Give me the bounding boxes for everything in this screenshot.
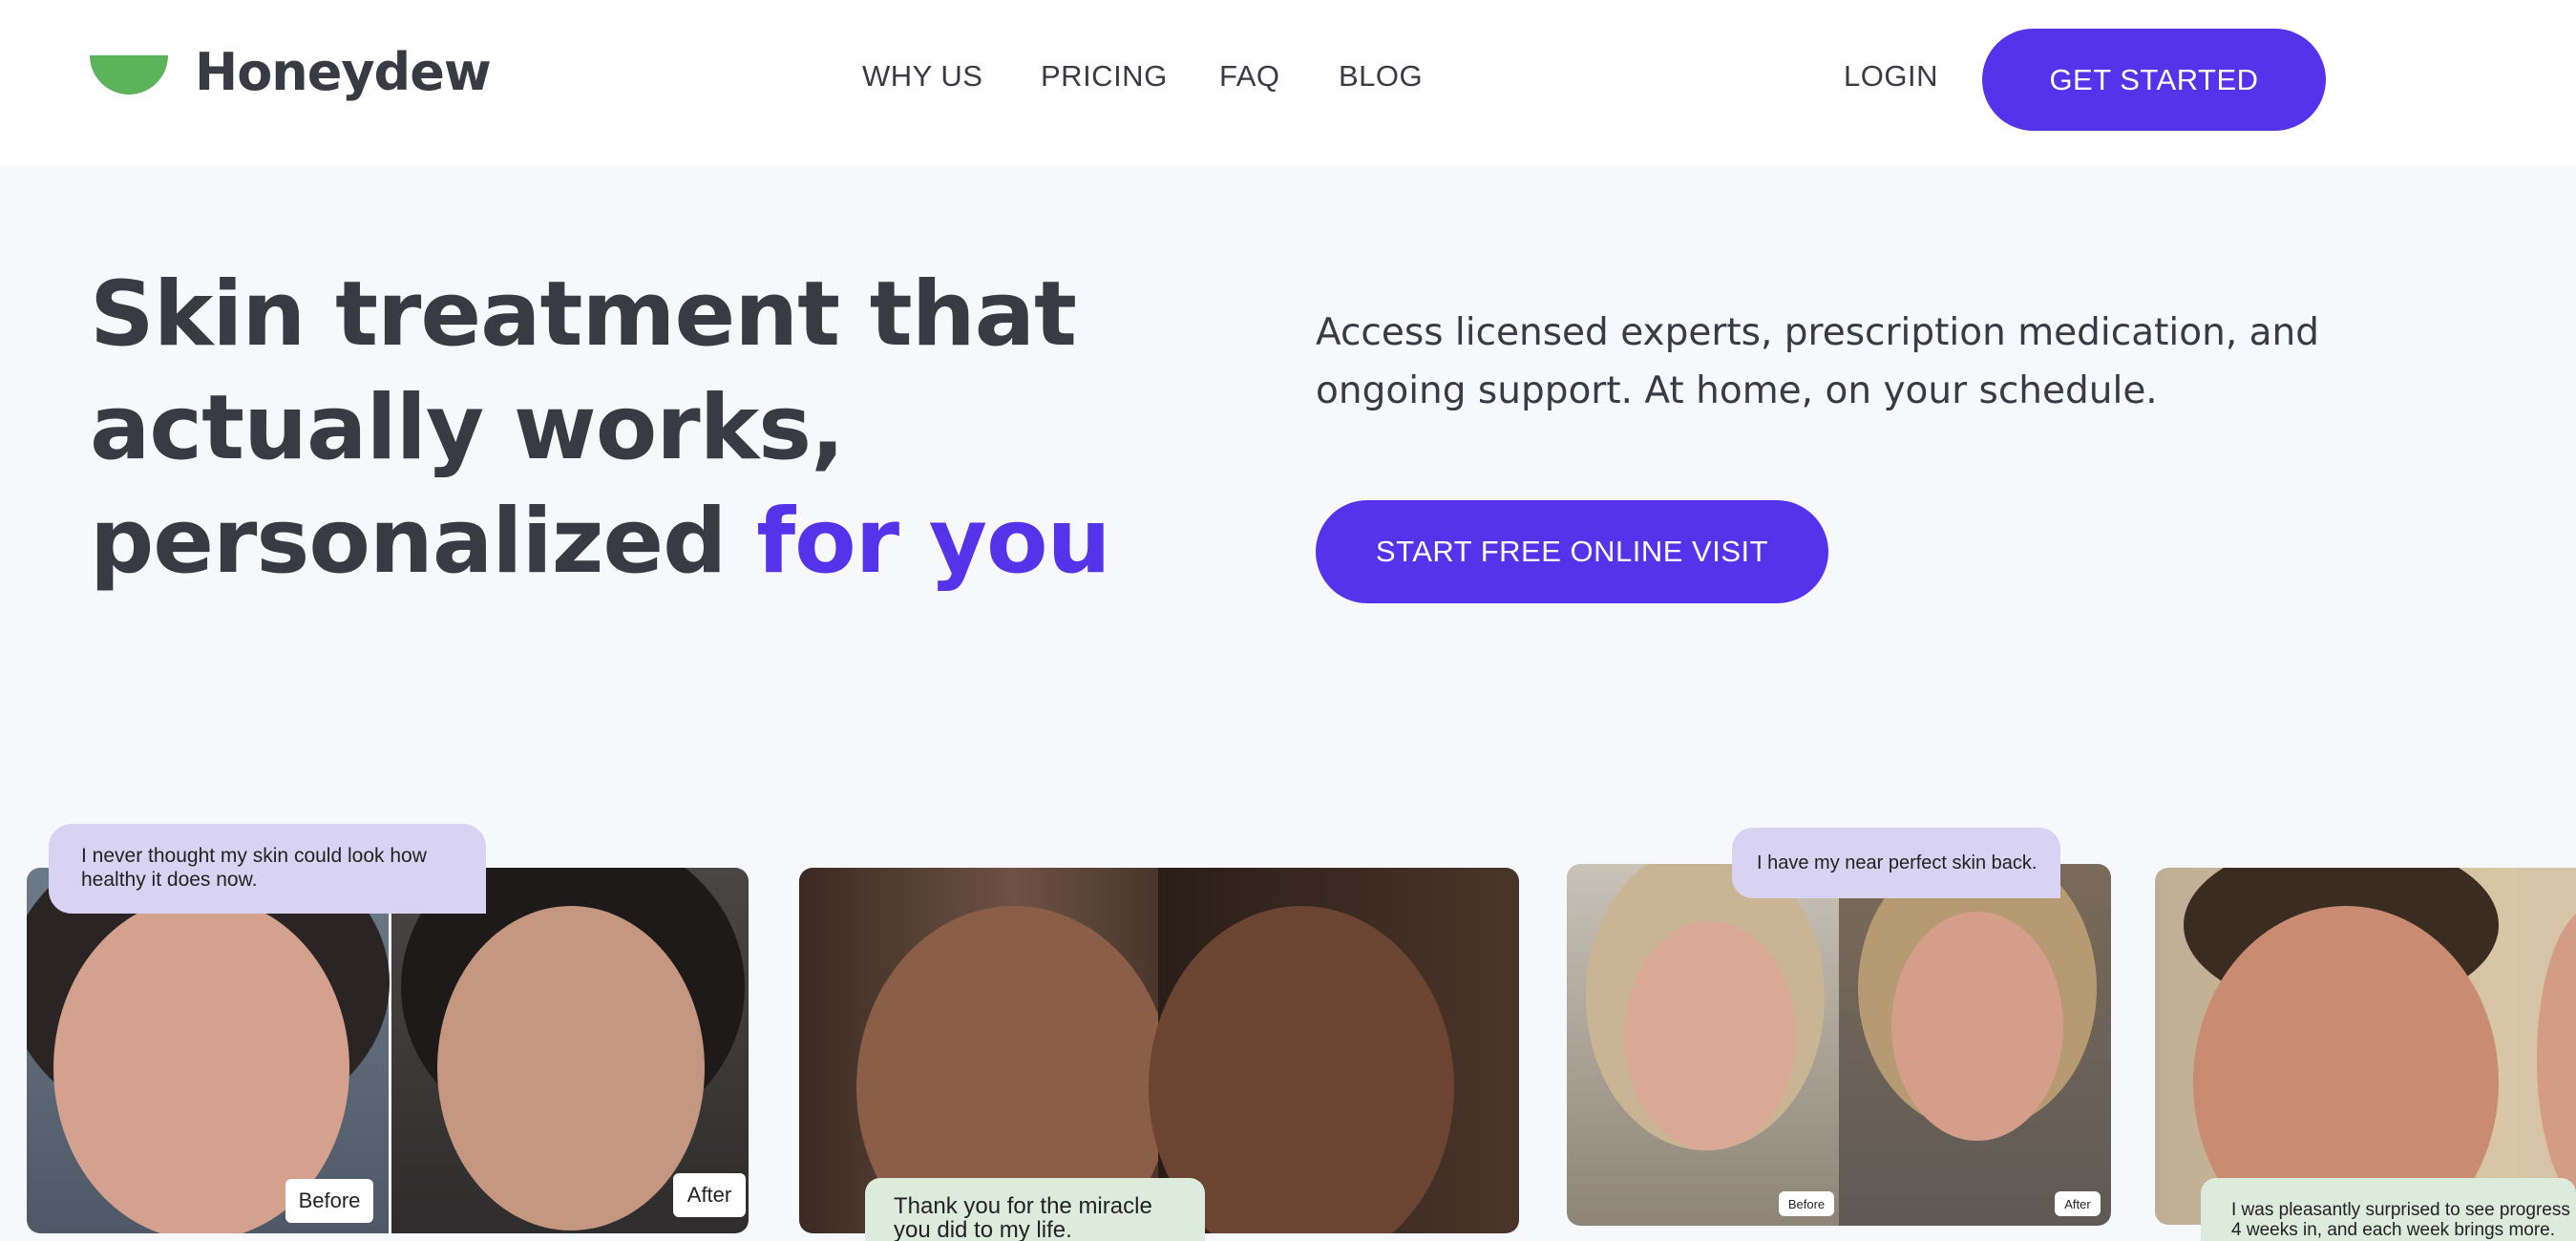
nav-item-blog[interactable]: BLOG — [1339, 59, 1423, 94]
before-photo — [2155, 868, 2518, 1225]
hero-title-accent: for you — [756, 490, 1110, 594]
before-label: Before — [1779, 1191, 1834, 1216]
after-photo — [1149, 868, 1519, 1233]
site-header: Honeydew WHY US PRICING FAQ BLOG LOGIN G… — [0, 0, 2576, 166]
face-shape — [437, 906, 705, 1230]
get-started-button[interactable]: GET STARTED — [1982, 29, 2326, 131]
after-label: After — [673, 1173, 746, 1217]
brand-name: Honeydew — [195, 42, 492, 102]
face-shape — [1891, 912, 2063, 1141]
testimonial-card-1: Before After — [27, 868, 749, 1233]
hero-title: Skin treatment that actually works, pers… — [90, 258, 1188, 599]
nav-item-faq[interactable]: FAQ — [1219, 59, 1280, 94]
testimonial-quote-2: Thank you for the miracle you did to my … — [865, 1178, 1205, 1241]
start-free-online-visit-button[interactable]: START FREE ONLINE VISIT — [1316, 500, 1828, 603]
brand-logo[interactable]: Honeydew — [90, 42, 492, 102]
hero-title-line-1: Skin treatment that — [90, 263, 1077, 367]
nav-item-pricing[interactable]: PRICING — [1041, 59, 1168, 94]
face-shape — [2537, 906, 2576, 1211]
before-photo — [1567, 864, 1839, 1226]
hero-description: Access licensed experts, prescription me… — [1316, 311, 2319, 412]
testimonial-quote-1: I never thought my skin could look how h… — [49, 824, 486, 914]
after-photo — [2518, 868, 2576, 1225]
after-photo — [1839, 864, 2111, 1226]
login-link[interactable]: LOGIN — [1844, 59, 1938, 94]
testimonial-card-3: Before After — [1567, 864, 2111, 1226]
hero-title-line-3: personalized — [90, 490, 727, 594]
honeydew-logo-icon — [90, 55, 168, 95]
nav-item-why-us[interactable]: WHY US — [862, 59, 982, 94]
after-label: After — [2055, 1191, 2101, 1216]
testimonial-card-4 — [2155, 868, 2576, 1225]
hero-title-line-2: actually works, — [90, 376, 845, 480]
testimonial-quote-3: I have my near perfect skin back. — [1732, 828, 2060, 898]
before-label: Before — [285, 1179, 373, 1223]
testimonial-quote-4: I was pleasantly surprised to see progre… — [2201, 1178, 2576, 1241]
face-shape — [1624, 921, 1796, 1150]
